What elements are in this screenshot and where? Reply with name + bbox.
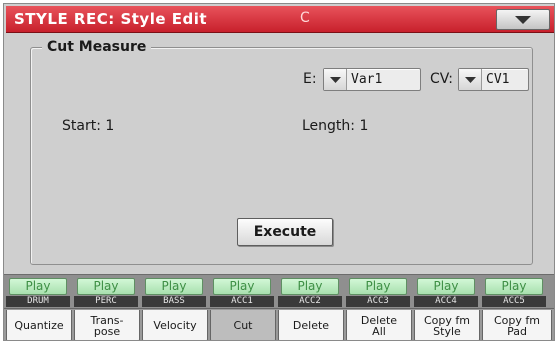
tab-label: Trans- pose — [90, 313, 124, 338]
play-button-acc5[interactable]: Play — [485, 278, 543, 295]
track-acc2: Play ACC2 — [278, 278, 342, 307]
execute-button[interactable]: Execute — [237, 218, 333, 246]
tab-label: Delete All — [360, 313, 398, 338]
screen: STYLE REC: Style Edit C Cut Measure E: V… — [3, 3, 555, 341]
track-name: ACC4 — [414, 296, 478, 307]
play-button-drum[interactable]: Play — [9, 278, 67, 295]
track-acc1: Play ACC1 — [210, 278, 274, 307]
track-name: ACC2 — [278, 296, 342, 307]
tab-label: Copy fm Pad — [494, 313, 540, 338]
page-title: STYLE REC: Style Edit — [14, 10, 208, 28]
page-menu-button[interactable] — [496, 9, 550, 30]
track-bass: Play BASS — [142, 278, 206, 307]
cv-value: CV1 — [486, 72, 510, 87]
e-label: E: — [303, 71, 317, 87]
tab-copy-from-style[interactable]: Copy fm Style — [414, 310, 480, 340]
cv-dropdown[interactable]: CV1 — [458, 68, 529, 91]
tab-label: Velocity — [153, 319, 197, 332]
track-name: ACC1 — [210, 296, 274, 307]
tab-label: Delete — [292, 319, 330, 332]
tab-label: Cut — [233, 319, 253, 332]
track-perc: Play PERC — [74, 278, 138, 307]
track-bar: Play DRUM Play PERC Play BASS Play ACC1 … — [4, 274, 554, 308]
track-name: ACC3 — [346, 296, 410, 307]
play-button-bass[interactable]: Play — [145, 278, 203, 295]
tab-quantize[interactable]: Quantize — [6, 310, 72, 340]
track-name: DRUM — [6, 296, 70, 307]
track-acc4: Play ACC4 — [414, 278, 478, 307]
cv-label: CV: — [430, 71, 453, 87]
tab-velocity[interactable]: Velocity — [142, 310, 208, 340]
tab-delete[interactable]: Delete — [278, 310, 344, 340]
track-acc3: Play ACC3 — [346, 278, 410, 307]
e-dropdown-arrow[interactable] — [324, 69, 347, 90]
play-button-acc2[interactable]: Play — [281, 278, 339, 295]
track-name: PERC — [74, 296, 138, 307]
length-label: Length: 1 — [302, 118, 369, 134]
tab-label: Quantize — [14, 319, 64, 332]
title-bar: STYLE REC: Style Edit C — [6, 6, 554, 33]
play-button-acc3[interactable]: Play — [349, 278, 407, 295]
tab-label: Copy fm Style — [424, 313, 470, 338]
tab-cut[interactable]: Cut — [210, 310, 276, 340]
start-label: Start: 1 — [62, 118, 115, 134]
cv-dropdown-arrow[interactable] — [459, 69, 482, 90]
panel-title: Cut Measure — [42, 39, 152, 55]
track-acc5: Play ACC5 — [482, 278, 546, 307]
play-button-acc4[interactable]: Play — [417, 278, 475, 295]
track-name: BASS — [142, 296, 206, 307]
tab-delete-all[interactable]: Delete All — [346, 310, 412, 340]
tab-copy-from-pad[interactable]: Copy fm Pad — [482, 310, 552, 340]
triangle-down-icon — [330, 77, 341, 83]
track-drum: Play DRUM — [6, 278, 70, 307]
track-name: ACC5 — [482, 296, 546, 307]
edit-function-tabs: Quantize Trans- pose Velocity Cut Delete… — [4, 308, 554, 340]
page-subtitle: C — [300, 10, 310, 26]
e-value: Var1 — [351, 72, 383, 87]
chevron-down-icon — [515, 16, 531, 24]
e-dropdown[interactable]: Var1 — [323, 68, 421, 91]
play-button-acc1[interactable]: Play — [213, 278, 271, 295]
play-button-perc[interactable]: Play — [77, 278, 135, 295]
tab-transpose[interactable]: Trans- pose — [74, 310, 140, 340]
triangle-down-icon — [465, 77, 476, 83]
